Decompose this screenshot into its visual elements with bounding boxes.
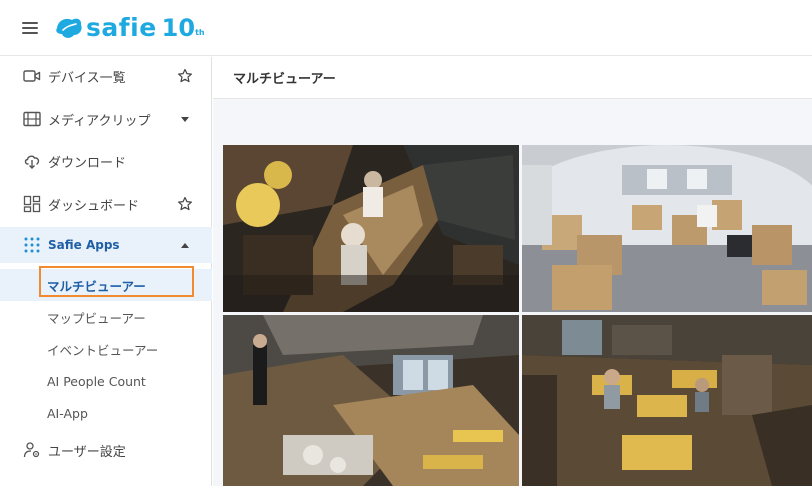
sidebar-item-label: メディアクリップ [48,113,151,129]
film-icon [22,109,42,129]
download-cloud-icon [22,151,42,171]
hamburger-menu-icon[interactable] [22,21,38,34]
sidebar: デバイス一覧 メディアクリップ ダウンロード ダッシュボード Safie App… [0,57,212,486]
page-title: マルチビューアー [233,72,336,87]
sidebar-item-download[interactable]: ダウンロード [0,143,212,179]
sidebar-subitem-ai-app[interactable]: AI-App [0,397,212,429]
sidebar-item-label: Safie Apps [48,238,120,252]
camera-feed-image [223,315,519,486]
sidebar-subitem-ai-people-count[interactable]: AI People Count [0,365,212,397]
sidebar-subitem-label: マップビューアー [47,310,146,326]
sidebar-item-user-settings[interactable]: ユーザー設定 [0,432,212,468]
caret-up-icon[interactable] [176,236,194,254]
dashboard-grid-icon [22,194,42,214]
star-icon[interactable] [176,195,194,213]
sidebar-item-label: ダッシュボード [48,198,140,214]
camera-grid [223,145,812,486]
safie-logo[interactable]: safie 10 th [54,15,205,40]
video-camera-icon [22,66,42,86]
sidebar-subitem-map-viewer[interactable]: マップビューアー [0,301,212,333]
top-bar: safie 10 th [0,0,812,56]
sidebar-item-media-clips[interactable]: メディアクリップ [0,101,212,137]
camera-tile[interactable] [522,145,812,312]
sidebar-item-label: ユーザー設定 [48,444,126,460]
camera-tile[interactable] [223,145,519,312]
camera-feed-image [522,315,812,486]
logo-text: safie [86,13,157,42]
camera-tile[interactable] [522,315,812,486]
logo-anniversary-suffix: th [195,28,205,37]
camera-feed-image [522,145,812,312]
sidebar-subitem-label: マルチビューアー [47,278,146,294]
page-header: マルチビューアー [213,57,812,99]
logo-anniversary-number: 10 [161,13,196,42]
sidebar-subitem-multi-viewer[interactable]: マルチビューアー [0,269,212,301]
camera-feed-image [223,145,519,312]
user-gear-icon [22,440,42,460]
sidebar-item-dashboard[interactable]: ダッシュボード [0,186,212,222]
sidebar-item-label: デバイス一覧 [48,70,126,86]
sidebar-subitem-label: AI People Count [47,373,146,389]
sidebar-item-label: ダウンロード [48,155,127,171]
star-icon[interactable] [176,67,194,85]
sidebar-subitem-label: AI-App [47,405,88,421]
sidebar-subitem-event-viewer[interactable]: イベントビューアー [0,333,212,365]
camera-tile[interactable] [223,315,519,486]
sidebar-item-device-list[interactable]: デバイス一覧 [0,58,212,94]
sidebar-item-safie-apps[interactable]: Safie Apps [0,227,212,263]
sidebar-subitem-label: イベントビューアー [47,342,159,358]
caret-down-icon[interactable] [176,110,194,128]
dots-grid-icon [22,235,42,255]
safie-leaf-logo-icon [56,18,82,38]
